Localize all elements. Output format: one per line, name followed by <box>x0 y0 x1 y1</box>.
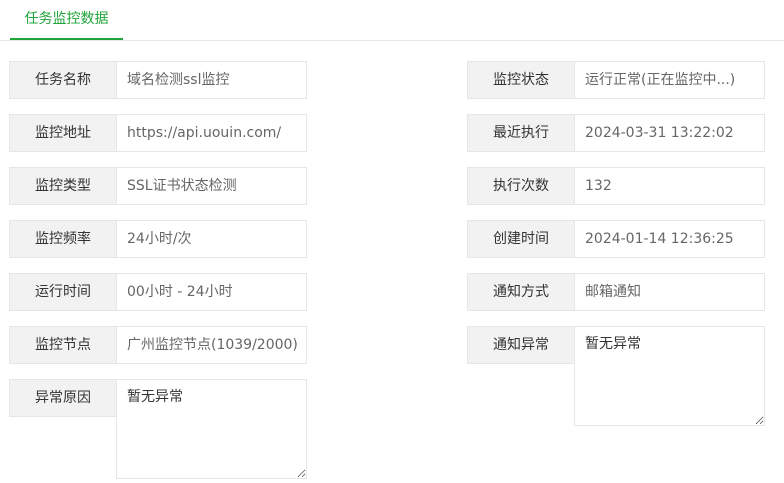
monitor-type-label: 监控类型 <box>9 167 117 205</box>
created-time-label: 创建时间 <box>467 220 575 258</box>
created-time-value[interactable]: 2024-01-14 12:36:25 <box>575 220 765 258</box>
run-time-value[interactable]: 00小时 - 24小时 <box>117 273 307 311</box>
task-name-value[interactable]: 域名检测ssl监控 <box>117 61 307 99</box>
monitor-frequency-value[interactable]: 24小时/次 <box>117 220 307 258</box>
monitor-node-label: 监控节点 <box>9 326 117 364</box>
error-reason-field: 异常原因 <box>9 379 117 417</box>
created-time-field: 创建时间 2024-01-14 12:36:25 <box>467 220 765 258</box>
task-name-field: 任务名称 域名检测ssl监控 <box>9 61 307 99</box>
monitor-status-value[interactable]: 运行正常(正在监控中...) <box>575 61 765 99</box>
last-run-field: 最近执行 2024-03-31 13:22:02 <box>467 114 765 152</box>
notify-method-label: 通知方式 <box>467 273 575 311</box>
last-run-value[interactable]: 2024-03-31 13:22:02 <box>575 114 765 152</box>
notify-error-label: 通知异常 <box>467 326 575 364</box>
notify-error-field: 通知异常 <box>467 326 575 364</box>
run-time-field: 运行时间 00小时 - 24小时 <box>9 273 307 311</box>
monitor-status-field: 监控状态 运行正常(正在监控中...) <box>467 61 765 99</box>
monitor-url-label: 监控地址 <box>9 114 117 152</box>
error-reason-label: 异常原因 <box>9 379 117 417</box>
run-count-value[interactable]: 132 <box>575 167 765 205</box>
notify-method-value[interactable]: 邮箱通知 <box>575 273 765 311</box>
monitor-type-value[interactable]: SSL证书状态检测 <box>117 167 307 205</box>
tab-bar: 任务监控数据 <box>0 0 784 41</box>
monitor-status-label: 监控状态 <box>467 61 575 99</box>
run-time-label: 运行时间 <box>9 273 117 311</box>
last-run-label: 最近执行 <box>467 114 575 152</box>
run-count-field: 执行次数 132 <box>467 167 765 205</box>
monitor-node-value[interactable]: 广州监控节点(1039/2000) <box>117 326 307 364</box>
monitor-frequency-field: 监控频率 24小时/次 <box>9 220 307 258</box>
notify-error-textarea[interactable]: 暂无异常 <box>574 326 765 426</box>
monitor-type-field: 监控类型 SSL证书状态检测 <box>9 167 307 205</box>
monitor-url-field: 监控地址 https://api.uouin.com/ <box>9 114 307 152</box>
run-count-label: 执行次数 <box>467 167 575 205</box>
task-name-label: 任务名称 <box>9 61 117 99</box>
notify-method-field: 通知方式 邮箱通知 <box>467 273 765 311</box>
error-reason-textarea[interactable]: 暂无异常 <box>116 379 307 479</box>
monitor-node-field: 监控节点 广州监控节点(1039/2000) <box>9 326 307 364</box>
monitor-url-value[interactable]: https://api.uouin.com/ <box>117 114 307 152</box>
monitor-frequency-label: 监控频率 <box>9 220 117 258</box>
tab-task-monitor-data[interactable]: 任务监控数据 <box>10 0 123 40</box>
